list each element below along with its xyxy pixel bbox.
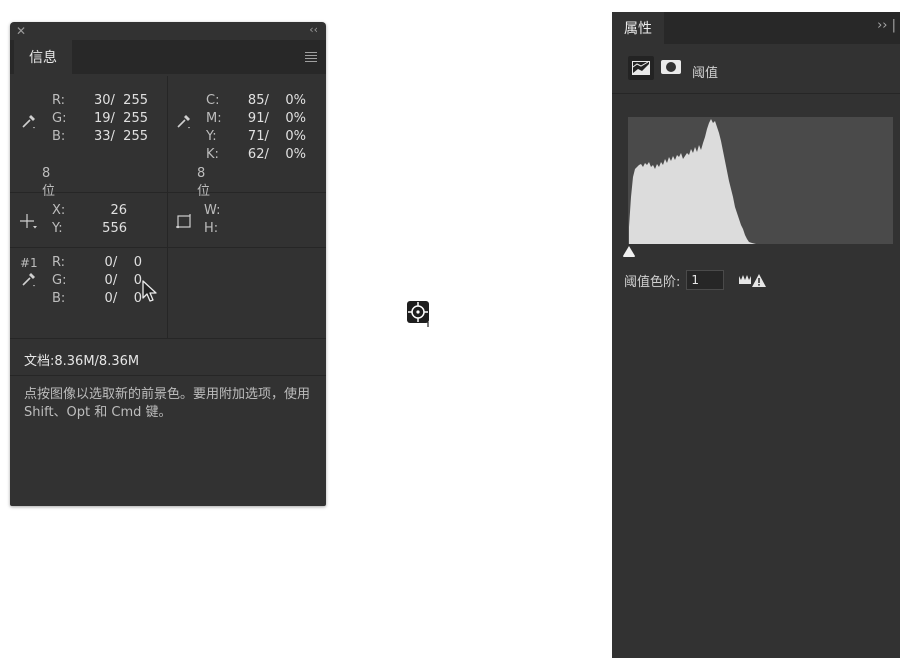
cmyk-y-label: Y: bbox=[206, 129, 217, 144]
crosshair-icon[interactable] bbox=[19, 212, 39, 232]
sampler-b-value: 0/ 0 bbox=[104, 291, 142, 306]
divider bbox=[10, 192, 326, 193]
properties-tabbar: 属性 ›› | bbox=[612, 12, 900, 44]
rgb-r-value: 30/ 255 bbox=[94, 93, 148, 108]
divider bbox=[167, 76, 168, 338]
adjustment-layer-icon[interactable] bbox=[628, 56, 654, 80]
h-label: H: bbox=[204, 221, 219, 236]
cmyk-c-value: 85/ 0% bbox=[247, 93, 306, 108]
tab-info[interactable]: 信息 bbox=[14, 40, 72, 74]
panel-expand-icon[interactable]: ›› | bbox=[877, 18, 896, 33]
cmyk-y-value: 71/ 0% bbox=[247, 129, 306, 144]
histogram bbox=[628, 117, 893, 244]
cmyk-c-label: C: bbox=[206, 93, 220, 108]
threshold-level-row: 阈值色阶: bbox=[624, 268, 768, 292]
info-panel: ✕ ‹‹ 信息 R: G: B: 30/ 255 19/ 255 33/ 255… bbox=[10, 22, 326, 506]
rgb-b-label: B: bbox=[52, 129, 66, 144]
rgb-bit-depth[interactable]: 8 位 bbox=[42, 165, 55, 201]
x-value: 26 bbox=[110, 203, 127, 218]
cmyk-bit-depth[interactable]: 8 位 bbox=[197, 165, 210, 201]
divider bbox=[10, 247, 326, 248]
y-value: 556 bbox=[102, 221, 127, 236]
divider bbox=[612, 93, 900, 94]
slider-handle-icon[interactable] bbox=[622, 246, 636, 258]
clip-warning-icon[interactable] bbox=[738, 272, 768, 288]
threshold-level-input[interactable] bbox=[686, 270, 725, 290]
eyedropper-icon[interactable] bbox=[175, 112, 193, 130]
properties-panel: 属性 ›› | 阈值 阈值色阶: bbox=[612, 12, 900, 658]
w-label: W: bbox=[204, 203, 221, 218]
tab-properties[interactable]: 属性 bbox=[612, 12, 664, 44]
selection-size-icon bbox=[176, 214, 191, 229]
adjustment-name: 阈值 bbox=[692, 66, 719, 81]
rgb-g-label: G: bbox=[52, 111, 67, 126]
mouse-cursor-icon bbox=[142, 280, 157, 302]
divider bbox=[10, 338, 326, 339]
close-icon[interactable]: ✕ bbox=[16, 23, 26, 39]
hint-text: 点按图像以选取新的前景色。要用附加选项，使用 Shift、Opt 和 Cmd 键… bbox=[24, 387, 311, 420]
sampler-r-label: R: bbox=[52, 255, 66, 270]
sampler-b-label: B: bbox=[52, 291, 66, 306]
cmyk-k-label: K: bbox=[206, 147, 219, 162]
x-label: X: bbox=[52, 203, 66, 218]
info-tabbar: 信息 bbox=[10, 40, 326, 74]
target-icon[interactable] bbox=[406, 300, 432, 328]
rgb-g-value: 19/ 255 bbox=[94, 111, 148, 126]
y-label: Y: bbox=[52, 221, 63, 236]
panel-menu-icon[interactable] bbox=[305, 52, 317, 62]
sampler-g-label: G: bbox=[52, 273, 67, 288]
rgb-r-label: R: bbox=[52, 93, 66, 108]
cmyk-k-value: 62/ 0% bbox=[247, 147, 306, 162]
color-sampler-icon[interactable] bbox=[20, 270, 38, 288]
sampler-g-value: 0/ 0 bbox=[104, 273, 142, 288]
panel-topbar: ✕ ‹‹ bbox=[10, 22, 326, 40]
eyedropper-icon[interactable] bbox=[20, 112, 38, 130]
sampler-r-value: 0/ 0 bbox=[104, 255, 142, 270]
document-size: 文档:8.36M/8.36M bbox=[24, 354, 140, 369]
cmyk-m-value: 91/ 0% bbox=[247, 111, 306, 126]
properties-header: 阈值 bbox=[612, 44, 900, 94]
divider bbox=[10, 375, 326, 376]
collapse-icon[interactable]: ‹‹ bbox=[309, 22, 318, 38]
rgb-b-value: 33/ 255 bbox=[94, 129, 148, 144]
threshold-level-label: 阈值色阶: bbox=[624, 274, 681, 290]
layer-mask-icon[interactable] bbox=[660, 58, 682, 76]
cmyk-m-label: M: bbox=[206, 111, 222, 126]
